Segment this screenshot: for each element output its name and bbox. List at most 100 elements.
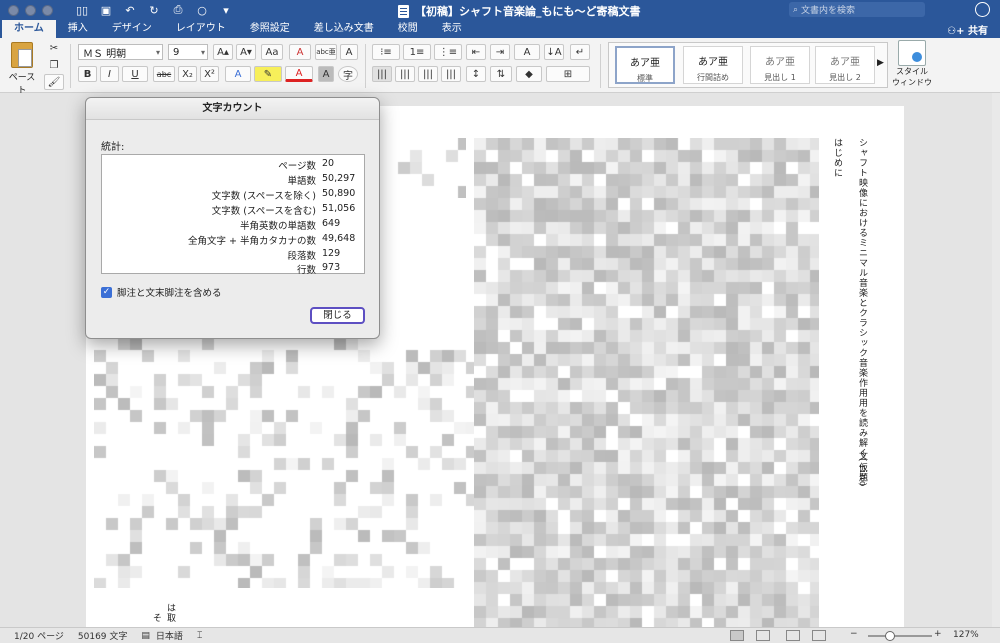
justify-icon[interactable]: |||	[441, 66, 461, 82]
pixelated-text-block	[386, 138, 466, 198]
sort-icon[interactable]: ↓A	[544, 44, 564, 60]
checkmark-icon: ✓	[101, 286, 112, 298]
save-icon[interactable]: ▣	[99, 4, 113, 17]
bold-button[interactable]: B	[78, 66, 97, 82]
search-input[interactable]: ⌕ 文書内を検索	[789, 2, 925, 17]
gallery-next-icon[interactable]: ▶	[877, 58, 884, 68]
document-title-text: 【初稿】シャフト音楽論_もにも～ど寄稿文書	[415, 5, 641, 18]
paste-button[interactable]: ペースト	[6, 40, 38, 96]
grow-font-button[interactable]: A▴	[213, 44, 233, 60]
print-layout-icon[interactable]	[730, 630, 744, 641]
text-effects-button[interactable]: A	[225, 66, 251, 82]
share-label: 共有	[968, 26, 988, 37]
show-marks-icon[interactable]: ↵	[570, 44, 590, 60]
language[interactable]: 日本語	[156, 629, 183, 642]
page-count[interactable]: 1/20 ページ	[14, 629, 64, 642]
zoom-in-button[interactable]: +	[934, 629, 942, 639]
style-name: 標準	[637, 74, 653, 83]
close-window-button[interactable]	[8, 4, 19, 16]
tab-review[interactable]: 校閲	[386, 20, 430, 38]
ruby-button[interactable]: abc亜	[315, 44, 337, 60]
zoom-window-button[interactable]	[42, 4, 53, 16]
pixelation-canvas	[94, 338, 474, 588]
style-heading-2[interactable]: あア亜 見出し 2	[815, 46, 875, 84]
pixelation-canvas	[386, 138, 466, 198]
superscript-button[interactable]: X²	[200, 66, 219, 82]
tab-design[interactable]: デザイン	[100, 20, 164, 38]
zoom-slider[interactable]	[868, 635, 932, 637]
increase-indent-icon[interactable]: ⇥	[490, 44, 510, 60]
redo-icon[interactable]: ↻	[147, 4, 161, 17]
italic-button[interactable]: I	[100, 66, 119, 82]
tab-mailings[interactable]: 差し込み文書	[302, 20, 386, 38]
tab-home[interactable]: ホーム	[2, 20, 56, 38]
tab-view[interactable]: 表示	[430, 20, 474, 38]
style-normal[interactable]: あア亜 標準	[615, 46, 675, 84]
change-case-button[interactable]: Aa	[261, 44, 283, 60]
word-count[interactable]: 50169 文字	[78, 629, 128, 642]
bullets-icon[interactable]: ⁝≡	[372, 44, 400, 60]
minimize-window-button[interactable]	[25, 4, 36, 16]
section-heading: はじめに	[832, 138, 842, 178]
char-border-button[interactable]: A	[340, 44, 358, 60]
copy-icon[interactable]: ❐	[44, 57, 64, 73]
outline-view-icon[interactable]	[786, 630, 800, 641]
tab-layout[interactable]: レイアウト	[164, 20, 238, 38]
undo-icon[interactable]: ↶	[123, 4, 137, 17]
multilevel-list-icon[interactable]: ⋮≡	[434, 44, 462, 60]
numbering-icon[interactable]: 1≡	[403, 44, 431, 60]
highlighter-icon: ✎	[263, 68, 273, 80]
draft-view-icon[interactable]	[812, 630, 826, 641]
line-spacing-icon[interactable]: ↕	[466, 66, 486, 82]
circle-icon[interactable]: ○	[195, 4, 209, 17]
format-painter-icon[interactable]: 🖌	[44, 74, 64, 90]
shrink-font-button[interactable]: A▾	[236, 44, 256, 60]
font-size-select[interactable]: 9	[168, 44, 208, 60]
vertical-scrollbar[interactable]	[992, 93, 1000, 627]
word-count-dialog: 文字カウント 統計: ページ数 20 単語数 50,297 文字数 (スペースを除く…	[85, 97, 380, 339]
tab-references[interactable]: 参照設定	[238, 20, 302, 38]
style-name: 行間詰め	[697, 73, 729, 82]
share-button[interactable]: ⚇+ 共有	[947, 22, 988, 37]
borders-icon[interactable]: ⊞	[546, 66, 590, 82]
proofing-icon[interactable]: ▤	[141, 631, 150, 641]
close-button[interactable]: 閉じる	[310, 307, 365, 324]
ribbon-divider	[70, 44, 71, 88]
styles-pane-button[interactable]: スタイル ウィンドウ	[892, 40, 932, 90]
customize-qat-icon[interactable]: ▾	[219, 4, 233, 17]
cut-icon[interactable]: ✂	[44, 40, 64, 56]
underline-button[interactable]: U	[122, 66, 148, 82]
search-icon: ⌕	[793, 4, 799, 15]
clear-format-button[interactable]: A	[289, 44, 311, 60]
font-color-button[interactable]: A	[285, 66, 313, 82]
zoom-out-button[interactable]: −	[850, 629, 858, 639]
highlight-button[interactable]: ✎	[254, 66, 282, 82]
tab-insert[interactable]: 挿入	[56, 20, 100, 38]
zoom-slider-thumb[interactable]	[885, 631, 895, 641]
shading-icon[interactable]: ◆	[516, 66, 542, 82]
char-shading-button[interactable]: A	[318, 66, 334, 82]
text-direction-icon[interactable]: ⇅	[490, 66, 512, 82]
text-fragment: そ	[151, 613, 161, 623]
include-footnotes-label: 脚注と文末脚注を含める	[117, 288, 222, 299]
word-document-icon	[398, 4, 409, 18]
align-center-icon[interactable]: |||	[395, 66, 415, 82]
window-controls	[8, 4, 53, 16]
zoom-level[interactable]: 127%	[953, 630, 979, 640]
font-name-select[interactable]: ＭＳ 明朝	[78, 44, 163, 60]
print-icon[interactable]: ⎙	[171, 3, 185, 16]
decrease-indent-icon[interactable]: ⇤	[466, 44, 486, 60]
asian-layout-icon[interactable]: A	[514, 44, 540, 60]
align-top-icon[interactable]: |||	[372, 66, 392, 82]
sidebar-toggle-icon[interactable]: ▯▯	[75, 4, 89, 17]
subscript-button[interactable]: X₂	[178, 66, 197, 82]
track-changes-icon[interactable]: ⌶	[197, 631, 202, 641]
style-no-spacing[interactable]: あア亜 行間詰め	[683, 46, 743, 84]
style-heading-1[interactable]: あア亜 見出し 1	[750, 46, 810, 84]
align-bottom-icon[interactable]: |||	[418, 66, 438, 82]
web-layout-icon[interactable]	[756, 630, 770, 641]
include-footnotes-checkbox[interactable]: ✓ 脚注と文末脚注を含める	[101, 285, 222, 299]
feedback-smiley-icon[interactable]	[975, 2, 990, 17]
strikethrough-button[interactable]: abc	[153, 66, 175, 82]
enclose-char-button[interactable]: 字	[338, 66, 358, 82]
